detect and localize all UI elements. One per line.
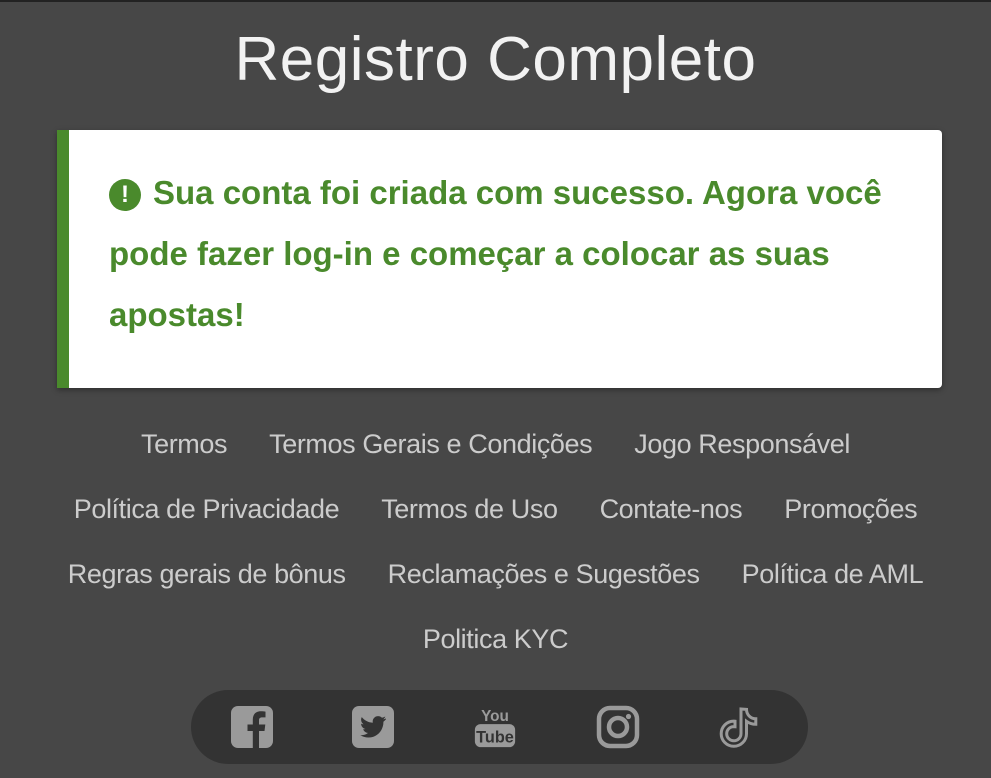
social-bar: You Tube — [191, 690, 808, 764]
footer-link-jogo-responsavel[interactable]: Jogo Responsável — [634, 422, 850, 466]
footer-link-contate-nos[interactable]: Contate-nos — [600, 487, 743, 531]
footer-link-politica-kyc[interactable]: Politica KYC — [423, 617, 569, 661]
exclamation-circle-icon: ! — [109, 179, 141, 211]
facebook-icon[interactable] — [229, 704, 275, 750]
youtube-icon[interactable]: You Tube — [472, 704, 520, 750]
footer-link-termos-gerais[interactable]: Termos Gerais e Condições — [269, 422, 593, 466]
footer-links-row: Politica KYC — [0, 617, 991, 661]
footer-link-regras-bonus[interactable]: Regras gerais de bônus — [68, 552, 346, 596]
footer-link-promocoes[interactable]: Promoções — [784, 487, 917, 531]
alert-message: ! Sua conta foi criada com sucesso. Agora… — [109, 162, 902, 345]
twitter-icon[interactable] — [350, 704, 396, 750]
footer-link-termos[interactable]: Termos — [141, 422, 228, 466]
footer-link-termos-de-uso[interactable]: Termos de Uso — [381, 487, 558, 531]
tiktok-icon[interactable] — [716, 704, 762, 750]
success-alert: ! Sua conta foi criada com sucesso. Agora… — [57, 130, 942, 388]
page-title: Registro Completo — [234, 25, 757, 94]
footer-link-reclamacoes[interactable]: Reclamações e Sugestões — [388, 552, 700, 596]
top-border — [0, 0, 991, 2]
instagram-icon[interactable] — [595, 704, 641, 750]
footer-links-row: Termos Termos Gerais e Condições Jogo Re… — [0, 422, 991, 466]
youtube-icon-text-top: You — [481, 708, 509, 725]
footer-links-row: Política de Privacidade Termos de Uso Co… — [0, 487, 991, 531]
footer-link-privacidade[interactable]: Política de Privacidade — [74, 487, 340, 531]
footer-links-row: Regras gerais de bônus Reclamações e Sug… — [0, 552, 991, 596]
alert-message-text: Sua conta foi criada com sucesso. Agora … — [109, 174, 882, 333]
footer-link-politica-aml[interactable]: Política de AML — [742, 552, 924, 596]
youtube-icon-text-bottom: Tube — [476, 728, 514, 746]
